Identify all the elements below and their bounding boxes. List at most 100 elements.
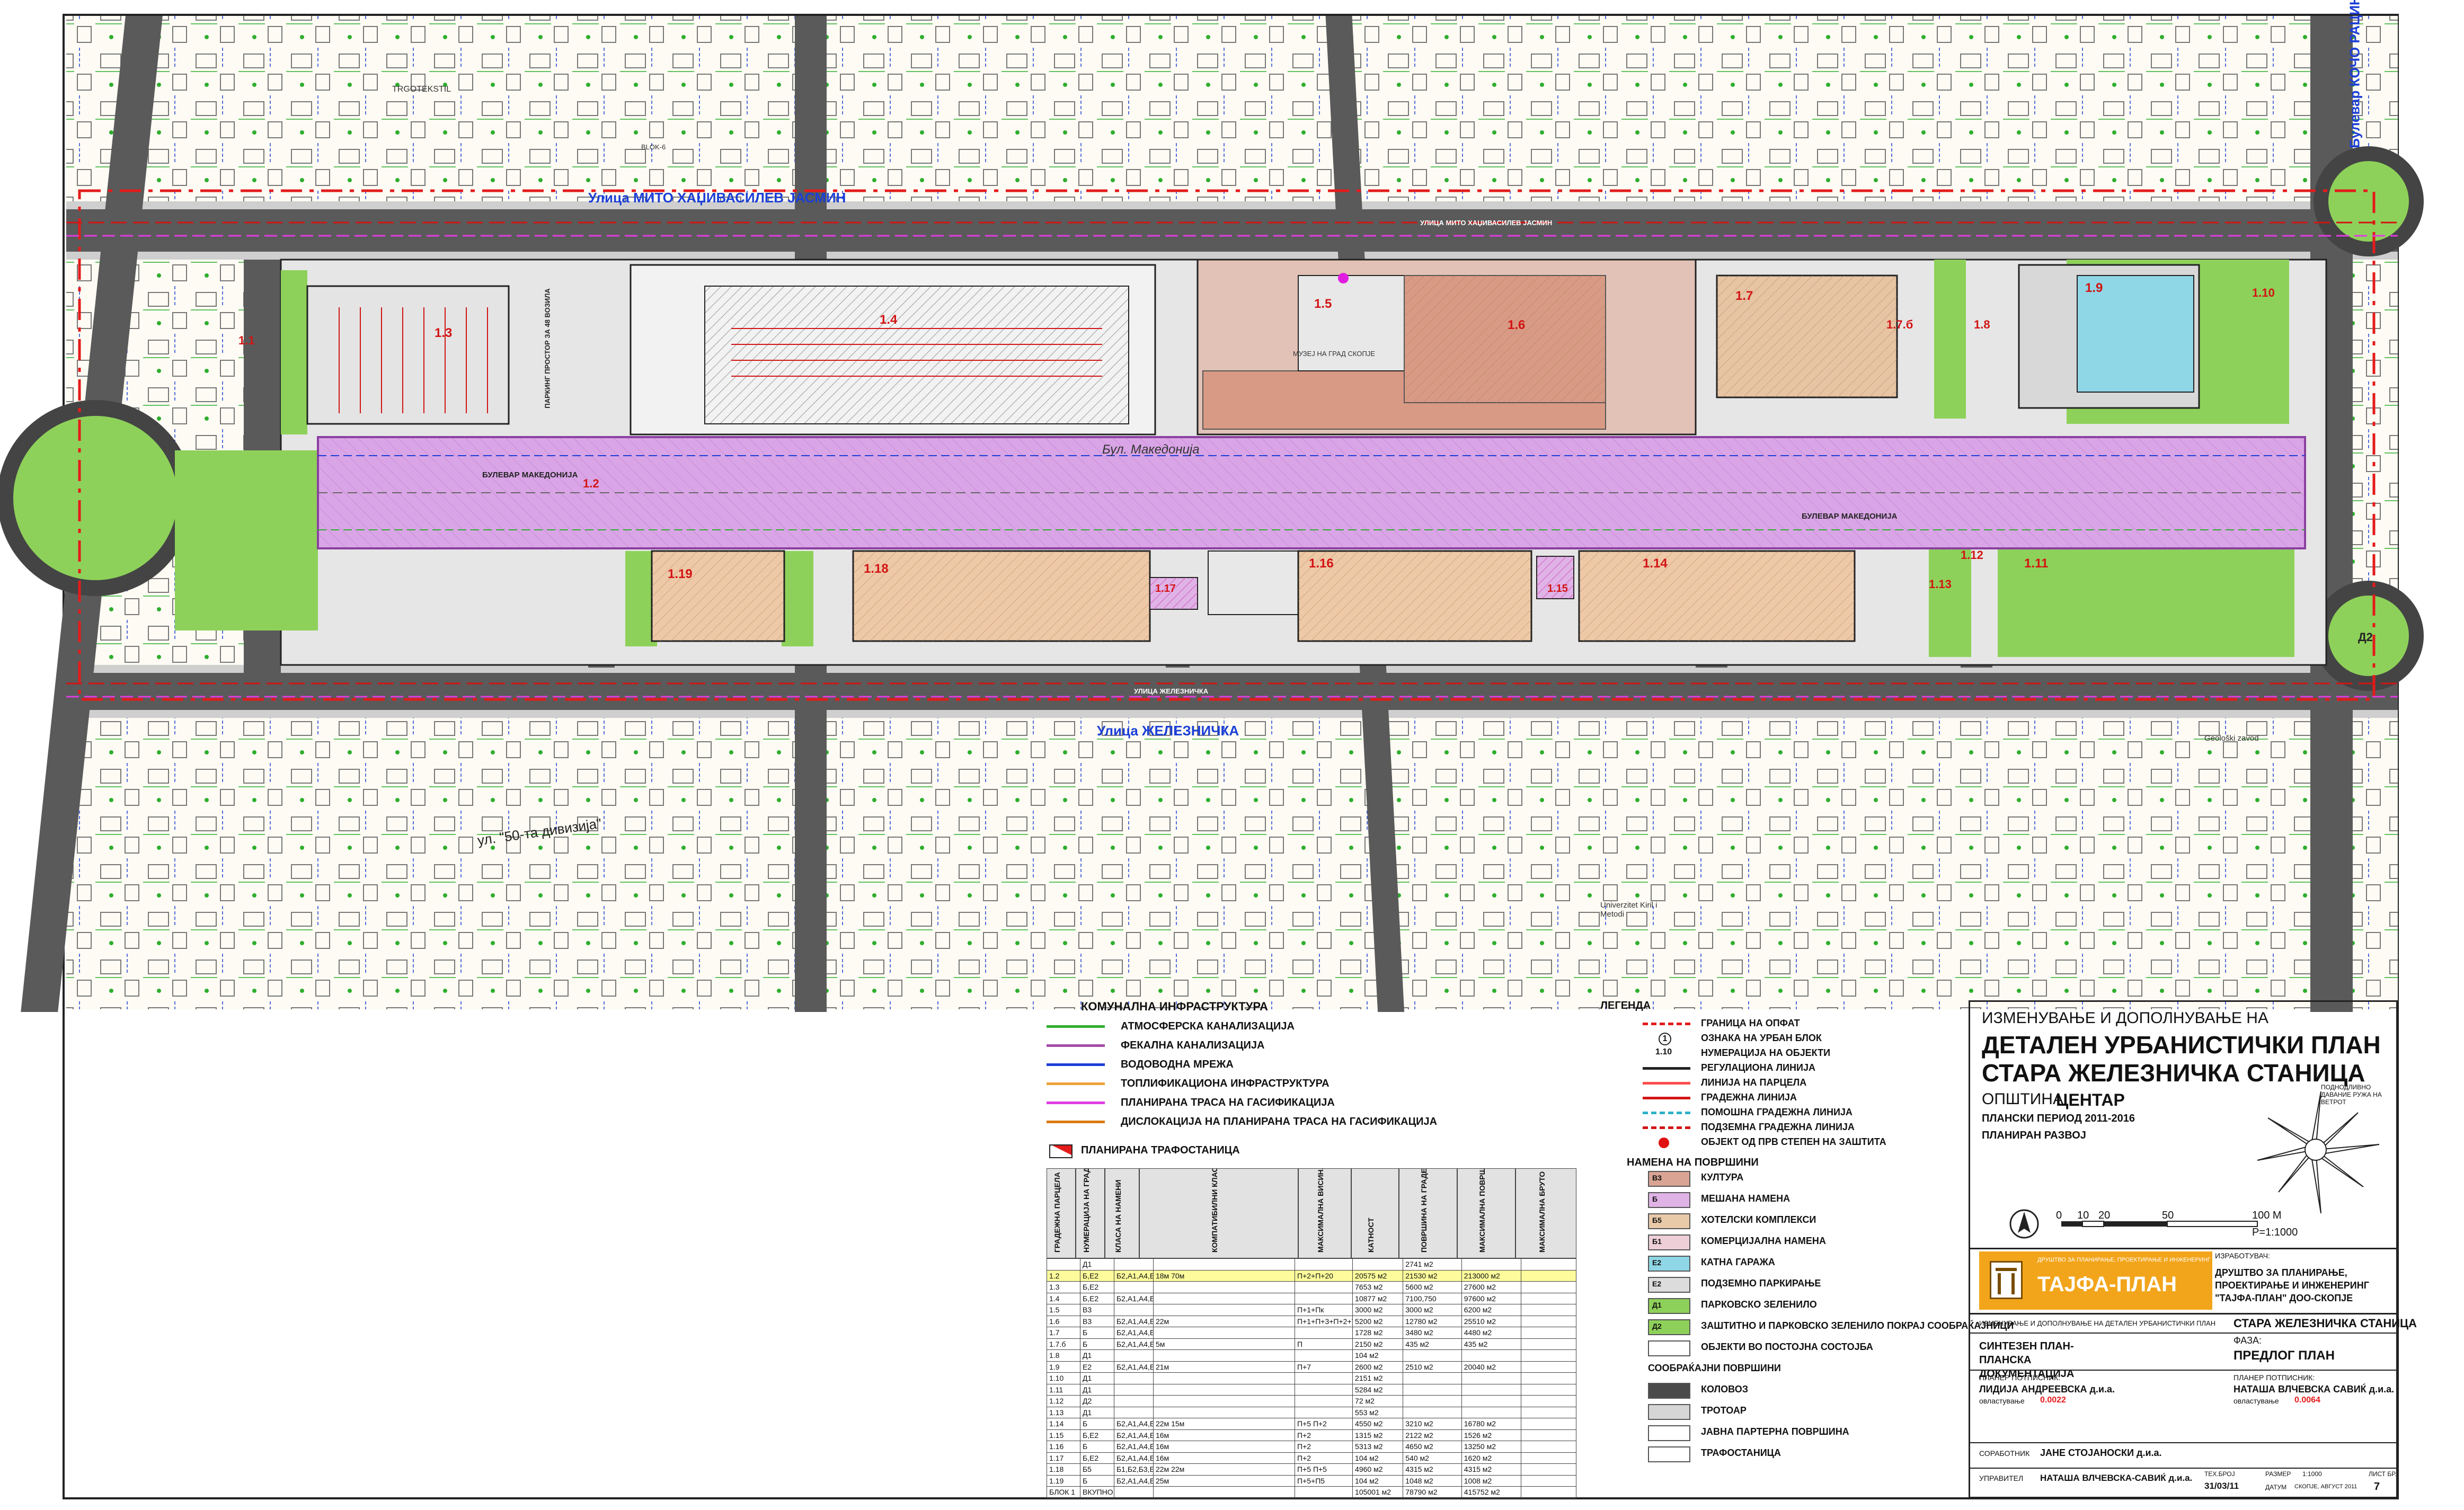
numbering-symbol: 1.10 bbox=[1655, 1047, 1672, 1056]
infrastructure-legend: АТМОСФЕРСКА КАНАЛИЗАЦИЈА ФЕКАЛНА КАНАЛИЗ… bbox=[1047, 1020, 1437, 1139]
table-cell bbox=[1153, 1281, 1296, 1293]
table-header-cell: КОМПАТИБИЛНИ КЛАСИ НА НАМЕНИ bbox=[1139, 1168, 1298, 1258]
table-cell bbox=[1520, 1361, 1577, 1373]
table-cell bbox=[1295, 1281, 1353, 1293]
table-cell bbox=[1153, 1372, 1296, 1384]
land-use-legend: В3 КУЛТУРА Б МЕШАНА НАМЕНА Б5 ХОТЕЛСКИ КОМПЛЕ… bbox=[1648, 1171, 2014, 1489]
table-cell bbox=[1461, 1372, 1521, 1384]
table-cell bbox=[1520, 1395, 1577, 1407]
table-cell: 213000 м2 bbox=[1461, 1269, 1521, 1282]
table-cell: 1.6 bbox=[1047, 1315, 1080, 1327]
legend-item: ТОПЛИФИКАЦИОНА ИНФРАСТРУКТУРА bbox=[1047, 1078, 1417, 1096]
label-university: Univerzitet Kiril i Metodi bbox=[1600, 901, 1658, 919]
table-cell: П+7 bbox=[1295, 1361, 1353, 1373]
planner1-name: ЛИДИЈА АНДРЕЕВСКА д.и.а. bbox=[1979, 1384, 2115, 1394]
table-cell: Е2 bbox=[1079, 1361, 1114, 1373]
line-swatch bbox=[1047, 1063, 1105, 1066]
table-cell: Б2,А1,А4,Б1,Б2,Б3,Б4,Б5,Б6,Д1 И Д2 bbox=[1113, 1269, 1154, 1282]
land-use-label: ЈАВНА ПАРТЕРНА ПОВРШИНА bbox=[1701, 1426, 1849, 1437]
table-row: 1.6В3Б2,А1,А4,Б1,Б2,Б3,Б4,Б5,Б6,Д1 И Д22… bbox=[1047, 1315, 1577, 1327]
table-cell bbox=[1520, 1452, 1577, 1464]
table-cell: В3 bbox=[1079, 1304, 1114, 1316]
table-cell: Б2,А1,А4,Б1,Б2,Б3,Б4,Б5,Б6,Д1 И Д2 bbox=[1113, 1429, 1154, 1441]
planner2-license: 0.0064 bbox=[2294, 1396, 2320, 1405]
table-cell: 104 м2 bbox=[1352, 1475, 1404, 1487]
parcel-number: 1.15 bbox=[1547, 583, 1568, 594]
table-cell bbox=[1520, 1372, 1577, 1384]
table-cell bbox=[1113, 1258, 1154, 1271]
number-value: 31/03/11 bbox=[2204, 1481, 2239, 1491]
table-header-cell: МАКСИМАЛНА ВИСИНА bbox=[1298, 1168, 1351, 1258]
table-cell bbox=[1461, 1383, 1521, 1396]
land-use-item: Д2 ЗАШТИТНО И ПАРКОВСКО ЗЕЛЕНИЛО ПОКРАЈ С… bbox=[1648, 1319, 2014, 1335]
legend-label: ТОПЛИФИКАЦИОНА ИНФРАСТРУКТУРА bbox=[1121, 1078, 1330, 1089]
land-use-swatch bbox=[1648, 1404, 1690, 1420]
line-swatch bbox=[1643, 1082, 1690, 1085]
plan-development: ПЛАНИРАН РАЗВОЈ bbox=[1982, 1130, 2086, 1141]
table-cell: 435 м2 bbox=[1403, 1338, 1462, 1350]
table-cell bbox=[1520, 1292, 1577, 1304]
table-cell: Б1,Б2,Б3,Б4,Б5,Б6,Д1 И Д2 bbox=[1113, 1463, 1154, 1476]
table-cell: 1.12 bbox=[1047, 1395, 1080, 1407]
parcel-table: Д12741 м21.2Б,Е2Б2,А1,А4,Б1,Б2,Б3,Б4,Б5,… bbox=[1047, 1258, 1577, 1498]
table-row: 1.7.бББ2,А1,А4,Б1,Б2,Б3,Б4,Б5,Б6,Д1 И Д2… bbox=[1047, 1338, 1577, 1350]
table-cell bbox=[1153, 1327, 1296, 1339]
table-header-cell: КЛАСА НА НАМЕНИ bbox=[1105, 1168, 1139, 1258]
legend-label: ГРАНИЦА НА ОПФАТ bbox=[1701, 1018, 1800, 1028]
table-row: 1.9Е2Б2,А1,А4,Б1,Б2,Б3,Б4,Б5,Б6,Д1 И Д22… bbox=[1047, 1361, 1577, 1373]
table-cell bbox=[1295, 1327, 1353, 1339]
table-cell bbox=[1403, 1372, 1462, 1384]
table-cell bbox=[1403, 1406, 1462, 1418]
table-cell: 1315 м2 bbox=[1352, 1429, 1404, 1441]
land-use-item: ТРОТОАР bbox=[1648, 1404, 1966, 1420]
table-cell: 20575 м2 bbox=[1352, 1269, 1404, 1282]
table-cell: 4315 м2 bbox=[1403, 1463, 1462, 1476]
table-cell bbox=[1113, 1406, 1154, 1418]
municipality: ЦЕНТАР bbox=[2056, 1090, 2125, 1109]
parcel-number: 1.1 bbox=[238, 334, 255, 347]
label-museum: МУЗЕЈ НА ГРАД СКОПЈЕ bbox=[1293, 350, 1375, 358]
planner1-license: 0.0022 bbox=[2040, 1396, 2066, 1405]
table-row: 1.8 Д1 104 м2 bbox=[1047, 1349, 1577, 1362]
boulevard-label: Бул. Македонија bbox=[1102, 442, 1200, 457]
land-use-item: Е2 ПОДЗЕМНО ПАРКИРАЊЕ bbox=[1648, 1277, 1966, 1293]
maker-label: ИЗРАБОТУВАЧ: bbox=[2215, 1251, 2270, 1260]
table-cell bbox=[1153, 1486, 1296, 1498]
legend-item: ВОДОВОДНА МРЕЖА bbox=[1047, 1059, 1417, 1077]
land-use-label: ХОТЕЛСКИ КОМПЛЕКСИ bbox=[1701, 1214, 1816, 1225]
table-cell: Б2,А1,А4,Б1,Б2,Б3,Б4,Б5,Б6,Д1 И Д2 bbox=[1113, 1418, 1154, 1430]
trafo-label: ПЛАНИРАНА ТРАФОСТАНИЦА bbox=[1081, 1144, 1240, 1156]
table-cell: Б bbox=[1079, 1338, 1114, 1350]
block-symbol: 1 bbox=[1659, 1033, 1671, 1045]
table-cell bbox=[1403, 1383, 1462, 1396]
table-cell bbox=[1520, 1406, 1577, 1418]
table-cell bbox=[1295, 1349, 1353, 1362]
table-row: 1.17Б,Е2Б2,А1,А4,Б1,Б2,Б3,Б4,Б5,Б6,Д1 И … bbox=[1047, 1452, 1577, 1464]
land-use-item: Е2 КАТНА ГАРАЖА bbox=[1648, 1256, 1966, 1272]
table-cell: 20040 м2 bbox=[1461, 1361, 1521, 1373]
table-cell: Б2,А1,А4,Б1,Б2,Б3,Б4,Б5,Б6,Д1 И Д2 bbox=[1113, 1361, 1154, 1373]
table-cell: Д1 bbox=[1079, 1383, 1114, 1396]
line-swatch bbox=[1643, 1112, 1690, 1114]
roundabout-west bbox=[0, 400, 193, 596]
land-use-swatch bbox=[1648, 1425, 1690, 1441]
table-cell: 105001 м2 bbox=[1352, 1486, 1404, 1498]
table-cell: В3 bbox=[1079, 1315, 1114, 1327]
scale-50: 50 bbox=[2162, 1210, 2174, 1221]
table-cell: П+5 П+5 bbox=[1295, 1463, 1353, 1476]
table-cell: Б5 bbox=[1079, 1463, 1114, 1476]
land-use-swatch bbox=[1648, 1340, 1690, 1356]
table-cell: 27600 м2 bbox=[1461, 1281, 1521, 1293]
table-cell: 1.2 bbox=[1047, 1269, 1080, 1282]
table-cell: П bbox=[1295, 1338, 1353, 1350]
table-cell: Б,Е2 bbox=[1079, 1281, 1114, 1293]
line-swatch bbox=[1047, 1044, 1105, 1047]
table-cell: 104 м2 bbox=[1352, 1452, 1404, 1464]
parcel-number: 1.19 bbox=[668, 567, 693, 581]
table-cell: 3000 м2 bbox=[1352, 1304, 1404, 1316]
street-label-north-small: УЛИЦА МИТО ХАЏИВАСИЛЕВ ЈАСМИН bbox=[1420, 219, 1553, 227]
table-cell: Б2,А1,А4,Б1,Б2,Б3,Б4,Б5,Б6,Д1 И Д2 bbox=[1113, 1292, 1154, 1304]
table-cell: 435 м2 bbox=[1461, 1338, 1521, 1350]
table-cell: 1048 м2 bbox=[1403, 1475, 1462, 1487]
land-use-swatch bbox=[1648, 1383, 1690, 1399]
